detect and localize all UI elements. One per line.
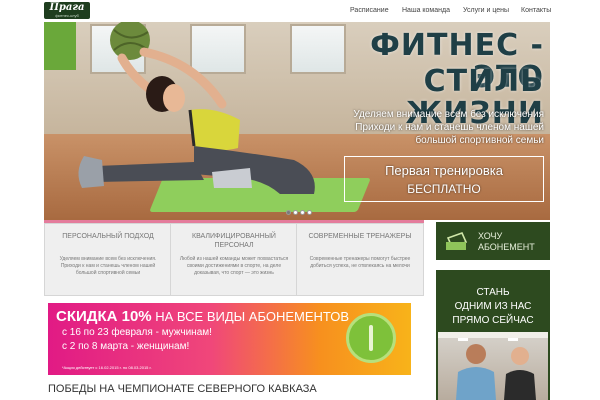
join-us-banner[interactable]: СТАНЬ ОДНИМ ИЗ НАС ПРЯМО СЕЙЧАС [436, 270, 550, 400]
logo-tagline: фитнес-клуб [55, 13, 79, 18]
promo-banner[interactable]: СКИДКА 10% НА ВСЕ ВИДЫ АБОНЕМЕНТОВ с 16 … [48, 303, 411, 375]
feature-qualified-staff: Квалифицированный персонал Любой из наше… [171, 224, 297, 296]
slider-dots [286, 210, 316, 216]
promo-women-dates: с 2 по 8 марта - женщинам! [62, 341, 190, 352]
logo[interactable]: Прага фитнес-клуб [44, 2, 90, 19]
promo-headline: СКИДКА 10% НА ВСЕ ВИДЫ АБОНЕМЕНТОВ [56, 309, 349, 324]
feature-personal-approach: Персональный подход Уделяем внимание все… [45, 224, 171, 296]
slider-dot[interactable] [286, 210, 291, 215]
slider-dot[interactable] [293, 210, 298, 215]
promo-men-dates: с 16 по 23 февраля - мужчинам! [62, 327, 212, 338]
promo-footnote: *Акция действует с 16.02.2015 г. по 08.0… [62, 365, 152, 370]
join-us-text: СТАНЬ ОДНИМ ИЗ НАС ПРЯМО СЕЙЧАС [436, 286, 550, 328]
features-row: Персональный подход Уделяем внимание все… [44, 223, 424, 296]
site-header: Прага фитнес-клуб Расписание Наша команд… [0, 0, 600, 22]
nav-link-team[interactable]: Наша команда [402, 7, 450, 14]
team-photo [438, 332, 548, 400]
subscription-button-label: ХОЧУ АБОНЕМЕНТ [478, 231, 535, 252]
join-line3: ПРЯМО СЕЙЧАС [452, 315, 534, 326]
feature-description: Уделяем внимание всем без исключения. Пр… [59, 256, 157, 276]
slider-dot[interactable] [300, 210, 305, 215]
feature-description: Любой из нашей команды может похвастатьс… [179, 256, 289, 276]
promo-discount: СКИДКА 10% [56, 308, 152, 325]
feature-title: Современные тренажеры [308, 233, 412, 240]
feature-modern-equipment: Современные тренажеры Современные тренаж… [297, 224, 423, 296]
nav-link-schedule[interactable]: Расписание [350, 7, 389, 14]
promo-headline-rest: НА ВСЕ ВИДЫ АБОНЕМЕНТОВ [151, 309, 350, 324]
subscription-button[interactable]: ХОЧУ АБОНЕМЕНТ [436, 222, 550, 260]
slider-dot[interactable] [307, 210, 312, 215]
hero-subtitle: Уделяем внимание всем без исключения При… [274, 108, 544, 147]
hero-slider: ФИТНЕС - ЭТО СТИЛЬ ЖИЗНИ Уделяем внимани… [44, 22, 550, 220]
join-line1: СТАНЬ [476, 287, 510, 298]
promo-circle-icon [346, 313, 396, 363]
nav-link-services[interactable]: Услуги и цены [463, 7, 509, 14]
feature-description: Современные тренажеры помогут быстрее до… [309, 256, 411, 269]
free-training-label: Первая тренировка [385, 163, 503, 178]
free-training-sublabel: БЕСПЛАТНО [407, 182, 481, 196]
free-training-button[interactable]: Первая тренировка БЕСПЛАТНО [344, 156, 544, 202]
join-line2: ОДНИМ ИЗ НАС [454, 301, 532, 312]
section-title-championship: ПОБЕДЫ НА ЧЕМПИОНАТЕ СЕВЕРНОГО КАВКАЗА [48, 383, 317, 395]
ticket-icon [444, 230, 470, 257]
hero-subtitle-line1: Уделяем внимание всем без исключения [353, 109, 544, 120]
feature-title: Квалифицированный персонал [192, 233, 276, 249]
nav-link-contacts[interactable]: Контакты [521, 7, 551, 14]
feature-title: Персональный подход [62, 233, 154, 240]
hero-subtitle-line2: Приходи к нам и станешь членом нашей [355, 122, 544, 133]
hero-subtitle-line3: большой спортивной семьи [415, 135, 544, 146]
